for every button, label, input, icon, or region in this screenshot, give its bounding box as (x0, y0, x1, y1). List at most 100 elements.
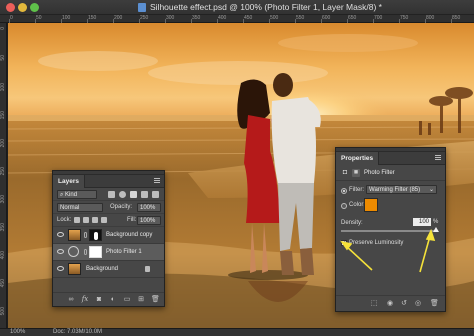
ruler-tick-label: 100 (0, 83, 6, 92)
layer-row-photo-filter[interactable]: Photo Filter 1 (53, 244, 164, 261)
ruler-tick-label: 600 (322, 15, 331, 21)
visibility-eye-icon[interactable] (57, 232, 64, 237)
lock-label: Lock: (57, 217, 72, 223)
layer-mask-thumbnail[interactable] (89, 246, 102, 258)
ruler-tick-label: 50 (36, 15, 42, 21)
lock-icon (145, 266, 150, 272)
lock-transparency-icon[interactable] (74, 217, 80, 223)
filter-label: Filter: (349, 187, 364, 193)
document-size[interactable]: Doc: 7.03M/10.0M (53, 329, 102, 335)
visibility-eye-icon[interactable] (57, 266, 64, 271)
view-previous-state-icon[interactable]: ◉ (386, 300, 394, 307)
color-radio[interactable] (341, 203, 347, 209)
reset-icon[interactable]: ↺ (400, 300, 408, 307)
blend-opacity-row: Normal Opacity: 100% (53, 201, 164, 214)
color-label: Color: (349, 202, 366, 208)
folder-icon[interactable]: ▭ (123, 296, 131, 303)
close-window-button[interactable] (6, 3, 15, 12)
adjustment-title: Photo Filter (364, 170, 395, 176)
minimize-window-button[interactable] (18, 3, 27, 12)
visibility-eye-icon[interactable] (57, 249, 64, 254)
link-layers-icon[interactable]: ∞ (67, 296, 75, 303)
shape-filter-icon[interactable] (141, 191, 148, 198)
fx-icon[interactable]: fx (81, 296, 89, 303)
toggle-visibility-icon[interactable]: ◎ (414, 300, 422, 307)
opacity-field[interactable]: 100% (137, 203, 161, 212)
smart-object-filter-icon[interactable] (152, 191, 159, 198)
preserve-luminosity-checkbox[interactable]: ✓ (341, 240, 347, 246)
density-field[interactable]: 100 (413, 218, 431, 226)
ruler-tick-label: 500 (270, 15, 279, 21)
ruler-tick-label: 850 (452, 15, 461, 21)
properties-panel: Properties ◘ ■ Photo Filter Filter: Warm… (335, 147, 446, 312)
adjustment-filter-icon[interactable] (119, 191, 126, 198)
density-slider-handle[interactable] (433, 227, 439, 232)
clip-to-layer-icon[interactable]: ⬚ (370, 300, 378, 307)
horizontal-ruler[interactable]: 0 50 100 150 200 250 300 350 400 450 500 550 600 650 7… (0, 15, 474, 23)
mask-icon[interactable]: ■ (352, 169, 360, 177)
lock-all-icon[interactable] (101, 217, 107, 223)
layer-row-background-copy[interactable]: Background copy (53, 227, 164, 244)
ruler-tick-label: 50 (0, 55, 6, 61)
preserve-luminosity-label: Preserve Luminosity (349, 240, 404, 246)
panel-menu-icon[interactable] (154, 178, 160, 184)
layer-filter-row: ⌕ Kind (53, 188, 164, 201)
ruler-tick-label: 150 (0, 111, 6, 120)
window-title-bar: Silhouette effect.psd @ 100% (Photo Filt… (0, 0, 474, 15)
fill-label: Fill: (127, 217, 137, 223)
maximize-window-button[interactable] (30, 3, 39, 12)
chevron-down-icon: ⌄ (428, 187, 434, 193)
zoom-level[interactable]: 100% (10, 329, 25, 335)
density-slider-track[interactable] (341, 230, 436, 232)
blend-mode-dropdown[interactable]: Normal (57, 203, 103, 212)
ruler-tick-label: 450 (244, 15, 253, 21)
opacity-value: 100% (140, 205, 156, 211)
lock-fill-row: Lock: Fill: 100% (53, 214, 164, 227)
layer-mask-thumbnail[interactable] (89, 229, 102, 241)
filter-radio[interactable] (341, 188, 347, 194)
filter-dropdown[interactable]: Warming Filter (85) ⌄ (366, 185, 437, 194)
document-icon (138, 3, 146, 12)
kind-filter-dropdown[interactable]: ⌕ Kind (57, 190, 97, 199)
lock-image-icon[interactable] (83, 217, 89, 223)
adjustment-layer-icon (68, 246, 79, 257)
tab-layers[interactable]: Layers (53, 175, 85, 188)
color-swatch[interactable] (364, 198, 378, 212)
ruler-tick-label: 250 (0, 167, 6, 176)
layer-thumbnail (68, 229, 81, 241)
ruler-tick-label: 700 (374, 15, 383, 21)
ruler-tick-label: 250 (140, 15, 149, 21)
blend-mode-value: Normal (60, 205, 80, 211)
ruler-tick-label: 450 (0, 279, 6, 288)
vertical-ruler[interactable]: 0 50 100 150 200 250 300 350 400 450 500 (0, 23, 7, 328)
ruler-tick-label: 750 (400, 15, 409, 21)
adjustment-header-row: ◘ ■ Photo Filter (336, 165, 445, 181)
tab-properties[interactable]: Properties (336, 152, 380, 165)
ruler-tick-label: 350 (192, 15, 201, 21)
layer-name: Background (86, 266, 119, 272)
ruler-tick-label: 350 (0, 223, 6, 232)
ruler-tick-label: 0 (0, 27, 6, 30)
ruler-tick-label: 500 (0, 307, 6, 316)
density-unit: % (433, 219, 439, 225)
ruler-tick-label: 300 (0, 195, 6, 204)
layer-thumbnail (68, 263, 81, 275)
link-icon[interactable] (84, 232, 87, 238)
ruler-tick-label: 200 (0, 139, 6, 148)
lock-position-icon[interactable] (92, 217, 98, 223)
trash-icon[interactable]: 🗑 (430, 300, 439, 307)
pixel-filter-icon[interactable] (108, 191, 115, 198)
fill-field[interactable]: 100% (137, 216, 161, 225)
type-filter-icon[interactable] (130, 191, 137, 198)
layer-row-background[interactable]: Background (53, 261, 164, 278)
new-layer-icon[interactable]: ⊞ (137, 296, 145, 303)
trash-icon[interactable]: 🗑 (151, 296, 160, 303)
fill-value: 100% (140, 218, 156, 224)
photo-filter-icon[interactable]: ◘ (341, 169, 349, 177)
new-adjustment-icon[interactable]: ◐ (109, 296, 117, 303)
add-mask-icon[interactable]: ◙ (95, 296, 103, 303)
filter-value: Warming Filter (85) (369, 187, 421, 193)
link-icon[interactable] (84, 249, 87, 255)
ruler-tick-label: 400 (0, 251, 6, 260)
panel-menu-icon[interactable] (435, 155, 441, 161)
